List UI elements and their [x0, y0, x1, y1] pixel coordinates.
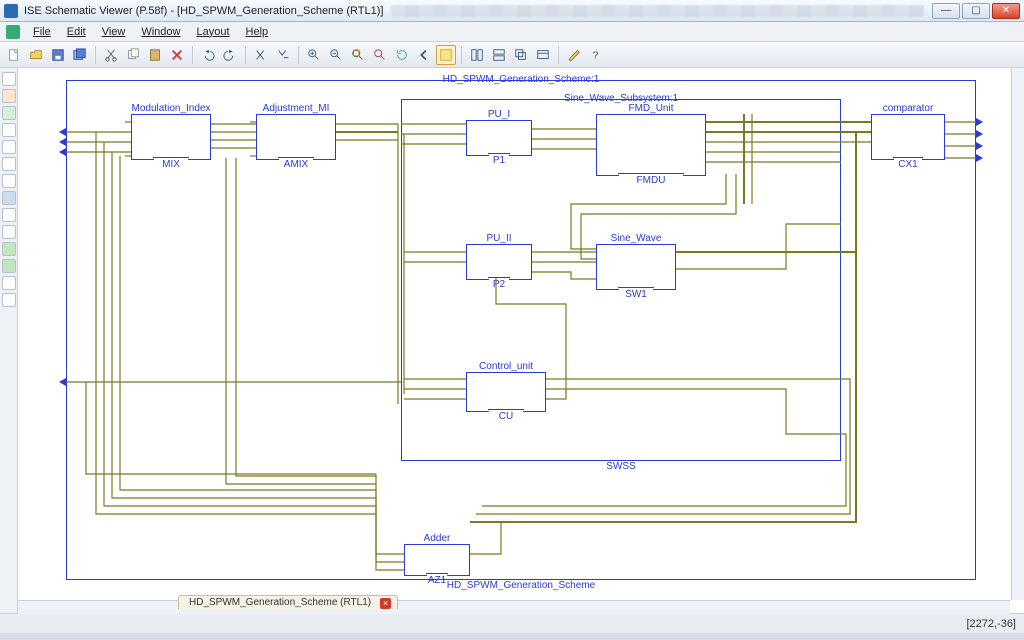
- document-tab[interactable]: HD_SPWM_Generation_Scheme (RTL1) ×: [178, 595, 398, 609]
- dock-tool-1-icon[interactable]: [2, 89, 16, 103]
- dock-pointer-icon[interactable]: [2, 72, 16, 86]
- menu-layout[interactable]: Layout: [189, 25, 236, 39]
- dock-tool-7-icon[interactable]: [2, 191, 16, 205]
- tool-zoomfit-icon[interactable]: [348, 45, 368, 65]
- dock-tool-8-icon[interactable]: [2, 208, 16, 222]
- tool-delete-icon[interactable]: [167, 45, 187, 65]
- dock-tool-11-icon[interactable]: [2, 259, 16, 273]
- tool-open-icon[interactable]: [26, 45, 46, 65]
- tool-find-icon[interactable]: [251, 45, 271, 65]
- menu-edit[interactable]: Edit: [60, 25, 93, 39]
- tool-new-icon[interactable]: [4, 45, 24, 65]
- tool-zoomin-icon[interactable]: [304, 45, 324, 65]
- tool-undo-icon[interactable]: [198, 45, 218, 65]
- dock-tool-4-icon[interactable]: [2, 140, 16, 154]
- toolbar: ?: [0, 42, 1024, 68]
- window-maximize-button[interactable]: ▢: [962, 3, 990, 19]
- main-area: HD_SPWM_Generation_Scheme:1 HD_SPWM_Gene…: [0, 68, 1024, 613]
- dock-tool-2-icon[interactable]: [2, 106, 16, 120]
- dock-tool-12-icon[interactable]: [2, 276, 16, 290]
- menu-window[interactable]: Window: [134, 25, 187, 39]
- window-minimize-button[interactable]: —: [932, 3, 960, 19]
- window-title: ISE Schematic Viewer (P.58f) - [HD_SPWM_…: [24, 5, 383, 17]
- dock-tool-9-icon[interactable]: [2, 225, 16, 239]
- dock-tool-5-icon[interactable]: [2, 157, 16, 171]
- document-tabstrip: HD_SPWM_Generation_Scheme (RTL1) ×: [178, 593, 398, 611]
- menu-view[interactable]: View: [95, 25, 133, 39]
- tool-redo-icon[interactable]: [220, 45, 240, 65]
- status-coordinates: [2272,-36]: [966, 618, 1016, 630]
- schematic-canvas[interactable]: HD_SPWM_Generation_Scheme:1 HD_SPWM_Gene…: [18, 68, 1024, 613]
- dock-tool-13-icon[interactable]: [2, 293, 16, 307]
- tool-settings-icon[interactable]: [564, 45, 584, 65]
- tool-zoomout-icon[interactable]: [326, 45, 346, 65]
- document-tab-close-icon[interactable]: ×: [380, 598, 391, 609]
- wire-layer: [26, 74, 1016, 607]
- window-close-button[interactable]: ✕: [992, 3, 1020, 19]
- tool-findnext-icon[interactable]: [273, 45, 293, 65]
- document-tab-label: HD_SPWM_Generation_Scheme (RTL1): [189, 597, 371, 608]
- tool-highlight-icon[interactable]: [436, 45, 456, 65]
- left-dock: [0, 68, 18, 613]
- tool-paste-icon[interactable]: [145, 45, 165, 65]
- tool-save-icon[interactable]: [48, 45, 68, 65]
- mdi-system-icon[interactable]: [6, 25, 20, 39]
- tool-refresh-icon[interactable]: [392, 45, 412, 65]
- tool-tile-h-icon[interactable]: [467, 45, 487, 65]
- tool-zoomselect-icon[interactable]: [370, 45, 390, 65]
- tool-help-icon[interactable]: ?: [586, 45, 606, 65]
- dock-tool-6-icon[interactable]: [2, 174, 16, 188]
- window-titlebar: ISE Schematic Viewer (P.58f) - [HD_SPWM_…: [0, 0, 1024, 22]
- tool-cut-icon[interactable]: [101, 45, 121, 65]
- menu-help[interactable]: Help: [239, 25, 276, 39]
- tool-tile-v-icon[interactable]: [489, 45, 509, 65]
- tool-back-icon[interactable]: [414, 45, 434, 65]
- tool-saveall-icon[interactable]: [70, 45, 90, 65]
- menubar: File Edit View Window Layout Help: [0, 22, 1024, 42]
- tool-copy-icon[interactable]: [123, 45, 143, 65]
- menu-file[interactable]: File: [26, 25, 58, 39]
- tool-cascade-icon[interactable]: [511, 45, 531, 65]
- tool-float-icon[interactable]: [533, 45, 553, 65]
- dock-tool-10-icon[interactable]: [2, 242, 16, 256]
- title-blurred-path: [391, 5, 924, 17]
- statusbar: [2272,-36]: [0, 613, 1024, 633]
- dock-tool-3-icon[interactable]: [2, 123, 16, 137]
- svg-text:?: ?: [593, 49, 599, 61]
- app-icon: [4, 4, 18, 18]
